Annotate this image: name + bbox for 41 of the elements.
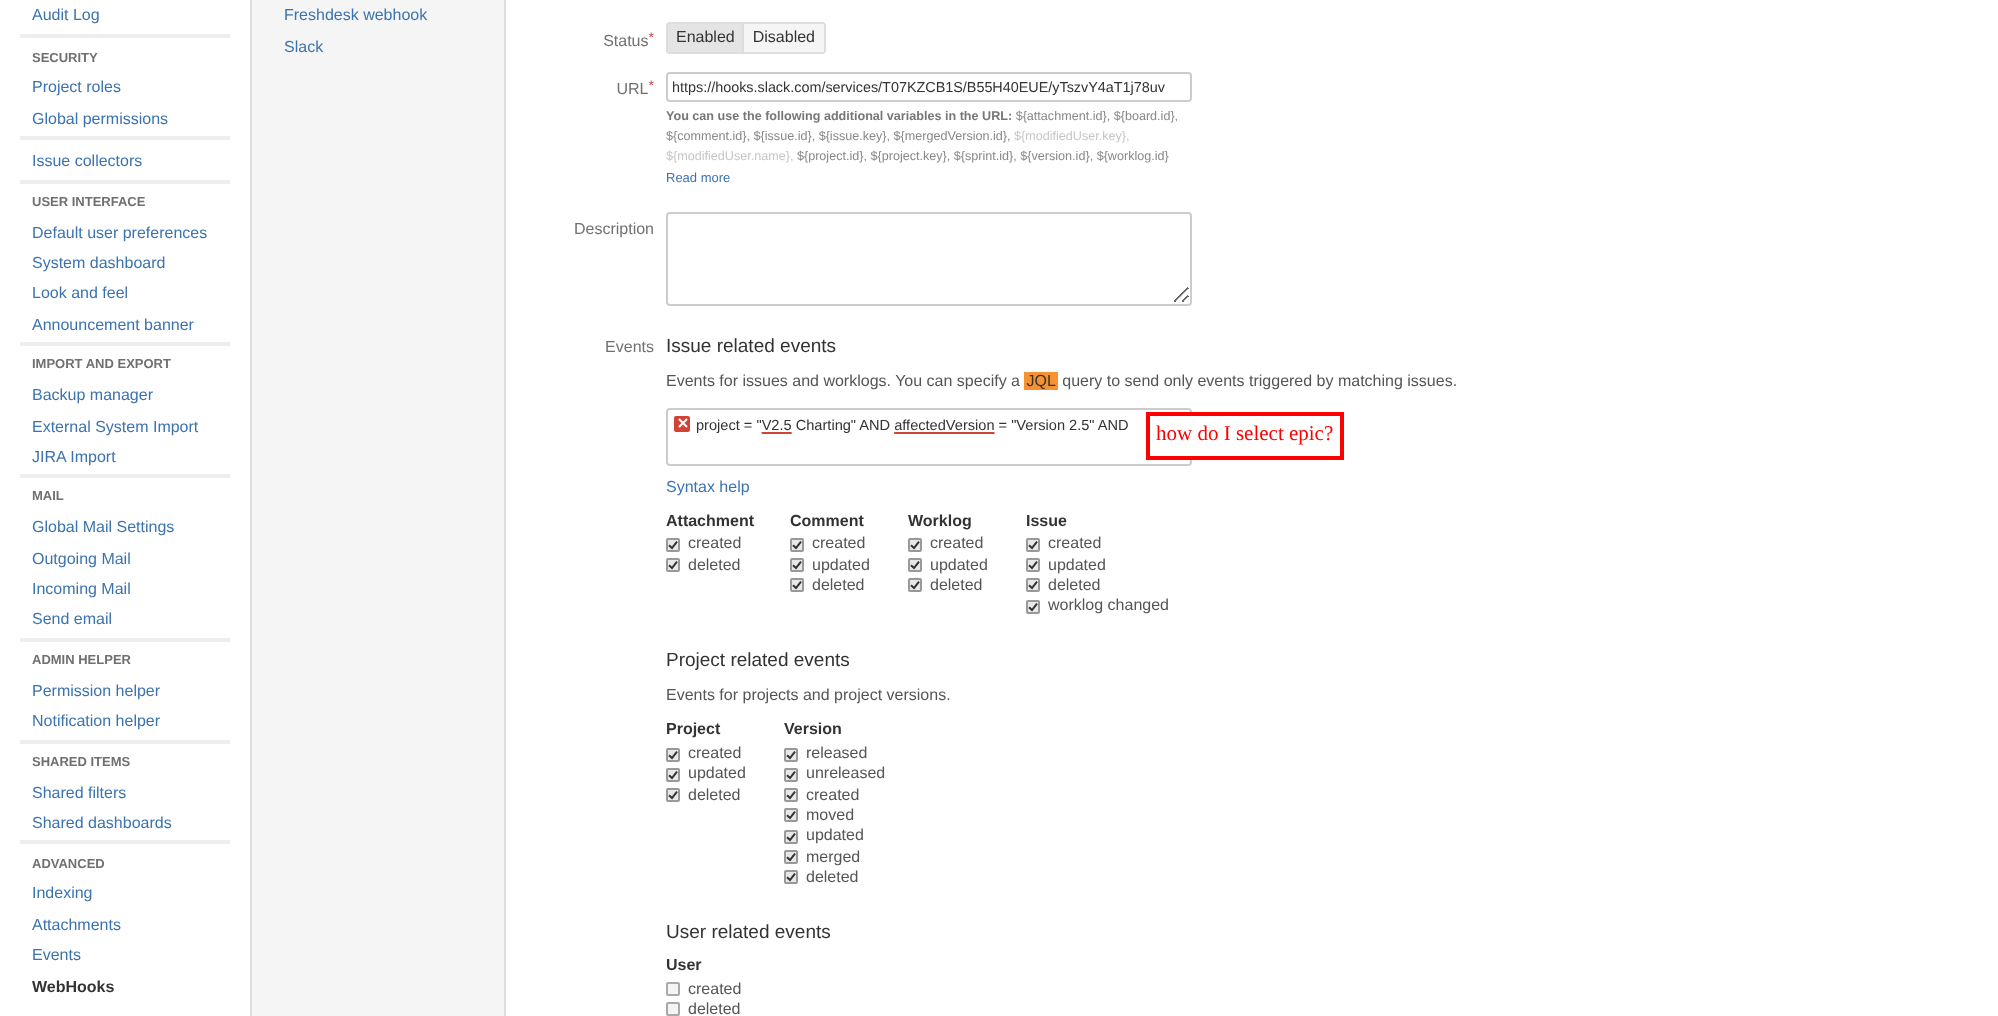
checkbox-label: moved xyxy=(806,807,855,824)
section-title: Project related events xyxy=(666,650,852,673)
checkbox-label: worklog changed xyxy=(1048,598,1169,615)
section-title: User related events xyxy=(666,922,833,945)
field-label: Description xyxy=(573,219,654,238)
checkbox-label: created xyxy=(930,536,984,553)
checkbox-label: deleted xyxy=(930,577,983,594)
checkbox-label: released xyxy=(806,746,868,763)
annotation-tooltip: how do I select epic? xyxy=(1146,411,1344,459)
field-label: Events xyxy=(605,337,654,356)
checkbox-label: unreleased xyxy=(806,766,886,783)
section-description: Events for projects and project versions. xyxy=(666,684,953,709)
checkbox-label: deleted xyxy=(688,557,741,574)
checkbox-label: updated xyxy=(806,828,864,845)
checkbox-label: created xyxy=(688,536,742,553)
checkbox-label: merged xyxy=(806,849,861,866)
checkbox-label: deleted xyxy=(1048,577,1101,594)
checkbox-label: created xyxy=(806,787,860,804)
section-description: Events for issues and worklogs. You can specify a JQL query to send only events triggered by matching issues. xyxy=(666,369,1458,394)
checkbox-label: updated xyxy=(1048,557,1106,574)
column-heading: User xyxy=(666,958,704,979)
checkbox-label: created xyxy=(688,746,742,763)
column-heading: Attachment xyxy=(666,513,757,534)
column-heading: Version xyxy=(784,722,844,743)
column-heading: Comment xyxy=(790,513,866,534)
checkbox-label: created xyxy=(688,981,742,998)
checkbox-label: deleted xyxy=(806,869,859,886)
field-label: URL xyxy=(616,80,649,98)
checkbox-label: deleted xyxy=(812,577,865,594)
checkbox-label: deleted xyxy=(688,787,741,804)
checkbox-label: updated xyxy=(930,557,988,574)
checkbox-label: updated xyxy=(812,557,870,574)
section-title: Issue related events xyxy=(666,335,839,358)
field-label: Status xyxy=(603,32,649,50)
checkbox-label: created xyxy=(812,536,866,553)
checkbox-label: created xyxy=(1048,536,1102,553)
column-heading: Issue xyxy=(1026,513,1069,534)
checkbox-label: updated xyxy=(688,766,746,783)
checkbox-label: deleted xyxy=(688,1001,741,1016)
column-heading: Project xyxy=(666,722,723,743)
column-heading: Worklog xyxy=(908,513,974,534)
